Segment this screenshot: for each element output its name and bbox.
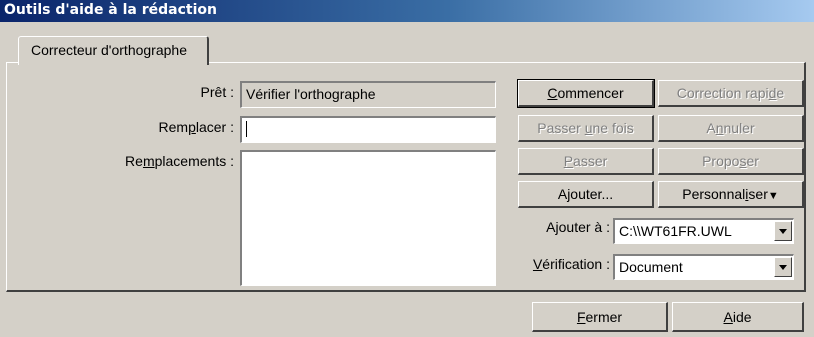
tab-label: Correcteur d'orthographe [31, 42, 187, 58]
ajouter-a-label: Ajouter à : [546, 219, 610, 235]
fermer-button[interactable]: Fermer [532, 302, 668, 332]
passer-une-fois-button[interactable]: Passer une fois [518, 115, 654, 142]
text-caret [246, 121, 247, 137]
personnaliser-button[interactable]: Personnaliser▼ [658, 181, 804, 208]
annuler-button[interactable]: Annuler [658, 115, 804, 142]
commencer-button[interactable]: Commencer [517, 79, 655, 108]
remplacer-input[interactable] [240, 116, 496, 143]
ajouter-a-value: C:\\WT61FR.UWL [619, 223, 732, 239]
chevron-down-icon[interactable] [774, 221, 792, 241]
verification-label: Vérification : [532, 256, 610, 272]
ajouter-button[interactable]: Ajouter... [518, 181, 654, 208]
tab-correcteur-orthographe[interactable]: Correcteur d'orthographe [18, 36, 209, 65]
aide-button[interactable]: Aide [672, 302, 804, 332]
remplacements-list[interactable] [240, 150, 496, 286]
title-bar: Outils d'aide à la rédaction [0, 0, 814, 22]
ajouter-a-select[interactable]: C:\\WT61FR.UWL [613, 218, 794, 244]
dropdown-arrow-icon: ▼ [767, 190, 779, 202]
pret-label: Prêt : [200, 84, 234, 100]
proposer-button[interactable]: Proposer [658, 148, 804, 175]
remplacements-label: Remplacements : [125, 153, 234, 169]
chevron-down-icon[interactable] [774, 257, 792, 277]
verification-value: Document [619, 259, 683, 275]
window-title: Outils d'aide à la rédaction [4, 2, 217, 18]
passer-button[interactable]: Passer [518, 148, 654, 175]
pret-value: Vérifier l'orthographe [246, 86, 376, 102]
correction-rapide-button[interactable]: Correction rapide [658, 80, 804, 107]
verification-select[interactable]: Document [613, 254, 794, 280]
remplacer-label: Remplacer : [158, 119, 234, 135]
pret-field: Vérifier l'orthographe [240, 81, 496, 108]
